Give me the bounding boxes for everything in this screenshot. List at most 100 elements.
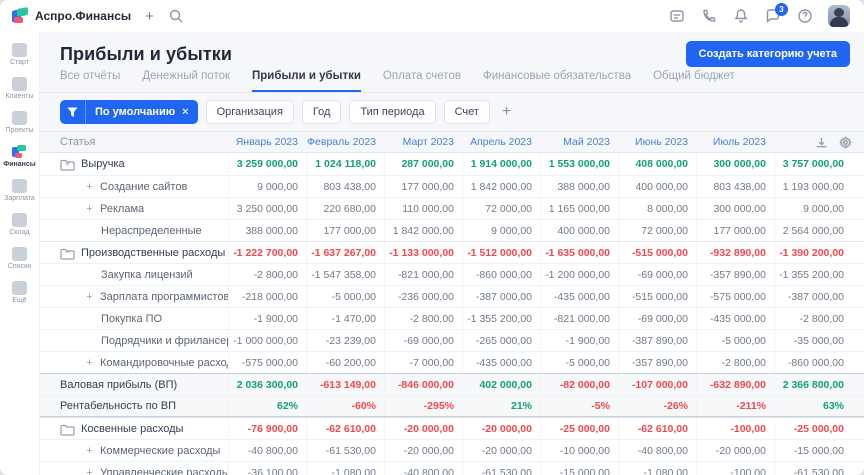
row-label: Производственные расходы [81, 246, 226, 259]
folder-minus-icon[interactable]: − [60, 247, 75, 260]
folder-icon[interactable] [60, 423, 75, 436]
filter-default-chip[interactable]: По умолчанию × [60, 100, 198, 124]
tab-финансовые-обязательства[interactable]: Финансовые обязательства [483, 70, 631, 92]
expand-plus-icon[interactable]: + [85, 291, 94, 303]
brand-name: Аспро.Финансы [35, 9, 132, 23]
value-cell: -1 547 358,00 [306, 264, 384, 285]
value-cell: -435 000,00 [696, 308, 774, 329]
expand-plus-icon[interactable]: + [85, 357, 94, 369]
value-cell: 1 842 000,00 [384, 220, 462, 241]
value-cell: -821 000,00 [540, 308, 618, 329]
value-cell: 9 000,00 [774, 198, 852, 219]
avatar[interactable] [828, 5, 850, 27]
download-icon[interactable] [814, 135, 828, 149]
value-cell: -23 239,00 [306, 330, 384, 351]
value-cell: -20 000,00 [462, 440, 540, 461]
value-cell: 8 000,00 [618, 198, 696, 219]
value-cell: 62% [228, 396, 306, 416]
add-filter-icon[interactable]: + [502, 103, 511, 121]
sidebar-item-salary[interactable]: Зарплата [0, 176, 40, 206]
value-cell: 177 000,00 [384, 176, 462, 197]
sidebar-item-label: Ещё [12, 297, 27, 304]
app-window: Аспро.Финансы + 3 Старт Клиенты Проекты … [0, 0, 864, 475]
sidebar-item-warehouse[interactable]: Склад [0, 210, 40, 240]
tab-денежный-поток[interactable]: Денежный поток [142, 70, 230, 92]
value-cell: -15 000,00 [774, 440, 852, 461]
gear-icon[interactable] [838, 135, 852, 149]
expand-plus-icon[interactable]: + [85, 445, 94, 457]
row-label-cell: + Выручка [40, 153, 228, 175]
table-row[interactable]: Косвенные расходы -76 900,00 -62 610,00 -20… [40, 417, 864, 439]
value-cell: -40 800,00 [228, 440, 306, 461]
sidebar-item-more[interactable]: Ещё [0, 278, 40, 308]
table-row[interactable]: + Выручка 3 259 000,00 1 024 118,00 287 000,… [40, 153, 864, 175]
row-label-cell: + Управленческие расходы [40, 462, 228, 475]
create-category-button[interactable]: Создать категорию учета [685, 41, 850, 67]
brand[interactable]: Аспро.Финансы [12, 7, 132, 24]
tab-общий-бюджет[interactable]: Общий бюджет [653, 70, 735, 92]
row-label-cell: Валовая прибыль (ВП) [40, 374, 228, 395]
funnel-icon[interactable] [60, 100, 86, 124]
expand-plus-icon[interactable]: + [85, 203, 94, 215]
value-cell: -1 390 200,00 [774, 242, 852, 263]
value-cell: 177 000,00 [306, 220, 384, 241]
folder-plus-icon[interactable]: + [60, 158, 75, 171]
value-cell: -1 637 267,00 [306, 242, 384, 263]
value-cell: -61 530,00 [774, 462, 852, 475]
value-cell: -40 800,00 [618, 440, 696, 461]
column-header-month: Май 2023 [563, 136, 610, 148]
value-cell: -5% [540, 396, 618, 416]
value-cell: 287 000,00 [384, 153, 462, 175]
phone-icon[interactable] [700, 8, 717, 25]
expand-plus-icon[interactable]: + [85, 467, 94, 475]
value-cell: 803 438,00 [306, 176, 384, 197]
sidebar-item-label: Списки [7, 263, 32, 270]
value-cell: 2 366 800,00 [774, 374, 852, 395]
value-cell: -107 000,00 [618, 374, 696, 395]
filter-chip-close-icon[interactable]: × [181, 106, 197, 118]
search-icon[interactable] [168, 8, 185, 25]
table-row[interactable]: − Производственные расходы -1 222 700,00 -1… [40, 241, 864, 263]
table-row: Покупка ПО -1 900,00 -1 470,00 -2 800,00 -1 … [40, 307, 864, 329]
row-label-cell: + Зарплата программистов [40, 286, 228, 307]
tab-прибыли-и-убытки[interactable]: Прибыли и убытки [252, 70, 361, 92]
sidebar-item-lists[interactable]: Списки [0, 244, 40, 274]
value-cell: -7 000,00 [384, 352, 462, 373]
column-header-month: Март 2023 [402, 136, 454, 148]
filter-button-счет[interactable]: Счет [443, 100, 490, 124]
table-row: + Зарплата программистов -218 000,00 -5 000… [40, 285, 864, 307]
value-cell: -100,00 [696, 418, 774, 439]
value-cell: -69 000,00 [618, 308, 696, 329]
chat-icon[interactable]: 3 [764, 2, 788, 25]
value-cell: -1 222 700,00 [228, 242, 306, 263]
sidebar-item-start[interactable]: Старт [0, 40, 40, 70]
bell-icon[interactable] [732, 8, 749, 25]
notes-icon[interactable] [668, 8, 685, 25]
sidebar-item-clients[interactable]: Клиенты [0, 74, 40, 104]
table-body: + Выручка 3 259 000,00 1 024 118,00 287 000,… [40, 153, 864, 475]
tab-все-отчёты[interactable]: Все отчёты [60, 70, 120, 92]
value-cell: -2 800,00 [696, 352, 774, 373]
filter-button-тип-периода[interactable]: Тип периода [349, 100, 436, 124]
value-cell: -100,00 [696, 462, 774, 475]
sidebar-item-projects[interactable]: Проекты [0, 108, 40, 138]
table-row: Закупка лицензий -2 800,00 -1 547 358,00 -8… [40, 263, 864, 285]
tab-оплата-счетов[interactable]: Оплата счетов [383, 70, 461, 92]
filter-button-организация[interactable]: Организация [205, 100, 294, 124]
topbar: Аспро.Финансы + 3 [0, 0, 864, 32]
help-icon[interactable] [796, 8, 813, 25]
filter-button-год[interactable]: Год [301, 100, 342, 124]
value-cell: -218 000,00 [228, 286, 306, 307]
filter-chip-label: По умолчанию [95, 106, 176, 118]
value-cell: 408 000,00 [618, 153, 696, 175]
row-label-cell: Нераспределенные [40, 220, 228, 241]
value-cell: 3 250 000,00 [228, 198, 306, 219]
plus-icon[interactable]: + [145, 9, 154, 24]
brand-logo-icon [12, 7, 28, 24]
sidebar-item-finance[interactable]: Финансы [0, 142, 40, 172]
value-cell: -20 000,00 [384, 440, 462, 461]
value-cell: -435 000,00 [540, 286, 618, 307]
expand-plus-icon[interactable]: + [85, 181, 94, 193]
row-label: Создание сайтов [100, 180, 188, 193]
column-header-article: Статья [60, 136, 96, 148]
